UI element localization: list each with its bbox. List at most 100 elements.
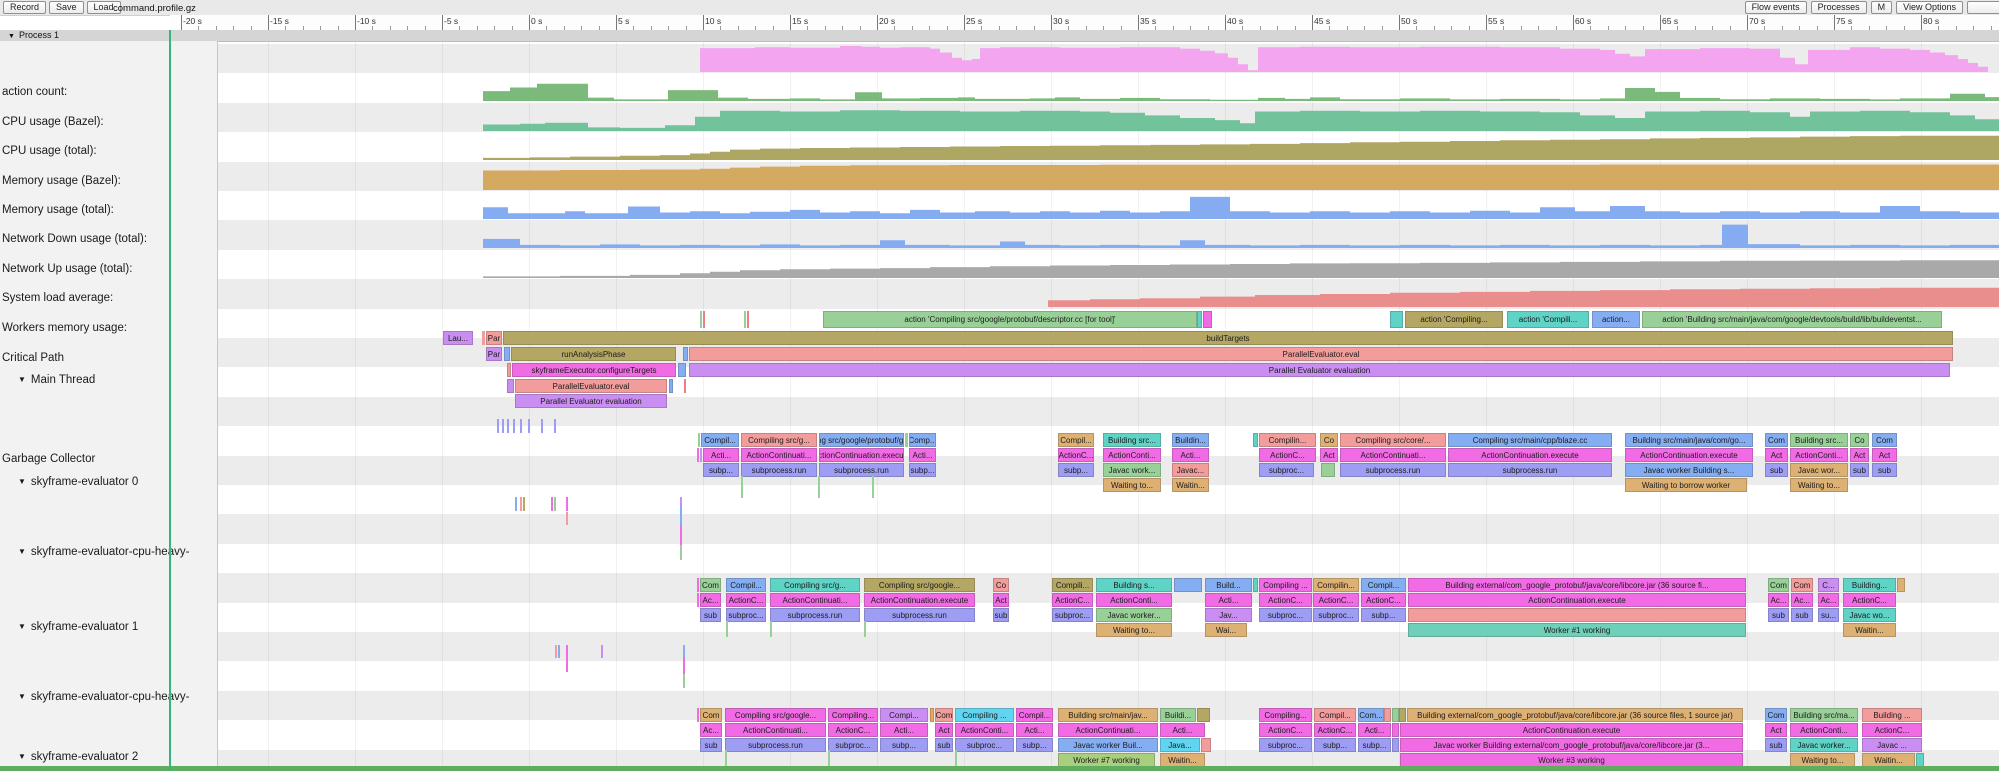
trace-slice[interactable]: buildTargets — [503, 331, 1953, 345]
trace-slice[interactable]: sub — [935, 738, 953, 752]
trace-mark[interactable] — [566, 512, 568, 525]
trace-mark[interactable] — [680, 497, 682, 505]
trace-slice[interactable] — [1197, 311, 1202, 328]
trace-slice[interactable]: Com... — [1358, 708, 1384, 722]
trace-slice[interactable]: Compiling ... — [1259, 578, 1312, 592]
trace-slice[interactable]: Javac worker Buil... — [1058, 738, 1158, 752]
trace-slice[interactable] — [1392, 708, 1399, 722]
trace-mark[interactable] — [513, 419, 515, 433]
trace-slice[interactable]: ActionC... — [1259, 723, 1312, 737]
collapse-arrow-icon[interactable]: ▼ — [18, 692, 26, 701]
trace-slice[interactable]: Acti... — [880, 723, 928, 737]
trace-slice[interactable]: ActionContinuation.execute — [1448, 448, 1612, 462]
trace-slice[interactable]: Javac worker... — [1790, 738, 1858, 752]
trace-slice[interactable]: Acti... — [1172, 448, 1209, 462]
trace-slice[interactable]: Acti... — [1016, 723, 1053, 737]
process-header[interactable]: ▼Process 1 — [0, 30, 1999, 42]
trace-slice[interactable]: Javac ... — [1862, 738, 1922, 752]
trace-slice[interactable] — [1321, 463, 1335, 477]
trace-slice[interactable] — [482, 331, 485, 345]
trace-slice[interactable]: Act — [1320, 448, 1338, 462]
trace-slice[interactable]: ActionContinuation.execute — [819, 448, 904, 462]
collapse-arrow-icon[interactable]: ▼ — [18, 375, 26, 384]
trace-slice[interactable] — [1174, 578, 1202, 592]
trace-slice[interactable]: Com — [1872, 433, 1897, 447]
record-button[interactable]: Record — [3, 1, 46, 14]
trace-slice[interactable] — [697, 448, 699, 462]
trace-slice[interactable]: Co — [1320, 433, 1338, 447]
m-button[interactable]: M — [1871, 1, 1893, 14]
collapse-arrow-icon[interactable]: ▼ — [18, 547, 26, 556]
trace-slice[interactable]: Act — [1765, 448, 1788, 462]
trace-slice[interactable]: Waiting to... — [1790, 753, 1855, 767]
trace-slice[interactable]: Worker #1 working — [1408, 623, 1746, 637]
trace-slice[interactable]: Compili... — [1052, 578, 1093, 592]
trace-slice[interactable]: Compiling src/google/protobuf/generat... — [819, 433, 904, 447]
trace-slice[interactable]: ActionC... — [1052, 593, 1093, 607]
trace-slice[interactable]: Buildi... — [1160, 708, 1196, 722]
trace-slice[interactable]: subp... — [1016, 738, 1053, 752]
trace-mark[interactable] — [555, 645, 557, 658]
trace-slice[interactable]: ActionC... — [1313, 593, 1359, 607]
trace-slice[interactable]: Comp... — [909, 433, 936, 447]
trace-slice[interactable]: ActionC... — [1862, 723, 1922, 737]
trace-slice[interactable]: ActionContinuation.execute — [1625, 448, 1753, 462]
trace-slice[interactable]: subp... — [1058, 463, 1094, 477]
trace-slice[interactable]: subproc... — [1259, 738, 1312, 752]
trace-slice[interactable]: Par — [486, 347, 502, 361]
collapse-arrow-icon[interactable]: ▼ — [18, 752, 26, 761]
trace-slice[interactable]: Act — [993, 593, 1009, 607]
trace-slice[interactable]: subprocess.run — [741, 463, 817, 477]
trace-slice[interactable] — [504, 347, 510, 361]
trace-slice[interactable]: Javac worker Building s... — [1625, 463, 1753, 477]
trace-slice[interactable]: subp... — [909, 463, 936, 477]
trace-slice[interactable]: Ac... — [1791, 593, 1813, 607]
trace-slice[interactable]: sub — [1765, 738, 1787, 752]
trace-slice[interactable]: Build... — [1205, 578, 1252, 592]
trace-slice[interactable]: Compiling... — [1259, 708, 1312, 722]
trace-slice[interactable]: Waitin... — [1172, 478, 1209, 492]
trace-slice[interactable]: Javac work... — [1103, 463, 1161, 477]
trace-slice[interactable]: ActionC... — [1259, 593, 1312, 607]
trace-slice[interactable]: ActionC... — [1843, 593, 1896, 607]
trace-slice[interactable]: Co — [993, 578, 1009, 592]
trace-slice[interactable]: subproc... — [1259, 463, 1314, 477]
trace-slice[interactable]: subproc... — [726, 608, 766, 622]
trace-slice[interactable]: subproc... — [828, 738, 878, 752]
trace-slice[interactable]: Worker #3 working — [1400, 753, 1743, 767]
trace-mark[interactable] — [566, 497, 568, 511]
trace-slice[interactable]: ActionC... — [1314, 723, 1356, 737]
trace-mark[interactable] — [828, 750, 830, 766]
trace-slice[interactable]: Compiling src/g... — [741, 433, 817, 447]
trace-mark[interactable] — [502, 419, 504, 433]
trace-mark[interactable] — [601, 645, 603, 658]
trace-slice[interactable]: ActionContinuati... — [1058, 723, 1158, 737]
trace-slice[interactable]: ActionContinuation.execute — [864, 593, 975, 607]
trace-slice[interactable] — [1392, 738, 1399, 752]
trace-slice[interactable]: Com — [935, 708, 953, 722]
trace-slice[interactable]: Com — [1765, 708, 1787, 722]
trace-slice[interactable]: Compiling... — [828, 708, 878, 722]
trace-slice[interactable]: Building external/com_google_protobuf/ja… — [1407, 708, 1743, 722]
trace-slice[interactable]: C... — [1818, 578, 1839, 592]
trace-slice[interactable]: ActionContinuation.execute — [1400, 723, 1743, 737]
trace-slice[interactable]: ActionContinuation.execute — [1408, 593, 1746, 607]
trace-mark[interactable] — [558, 645, 560, 658]
trace-mark[interactable] — [551, 497, 553, 511]
trace-mark[interactable] — [725, 750, 727, 766]
trace-slice[interactable]: Compil... — [726, 578, 766, 592]
trace-slice[interactable]: Building src... — [1790, 433, 1848, 447]
trace-slice[interactable]: sub — [1765, 463, 1788, 477]
trace-slice[interactable]: subproc... — [1052, 608, 1093, 622]
trace-slice[interactable]: Ac... — [700, 723, 722, 737]
trace-slice[interactable]: Building external/com_google_protobuf/ja… — [1408, 578, 1746, 592]
trace-slice[interactable]: subp... — [703, 463, 739, 477]
trace-slice[interactable]: Waitin... — [1160, 753, 1205, 767]
trace-slice[interactable]: Jav... — [1205, 608, 1252, 622]
trace-mark[interactable] — [818, 476, 820, 498]
trace-slice[interactable]: sub — [700, 608, 721, 622]
trace-mark[interactable] — [520, 497, 522, 511]
trace-slice[interactable]: Compil... — [701, 433, 739, 447]
trace-slice[interactable]: sub — [700, 738, 722, 752]
save-button[interactable]: Save — [49, 1, 84, 14]
